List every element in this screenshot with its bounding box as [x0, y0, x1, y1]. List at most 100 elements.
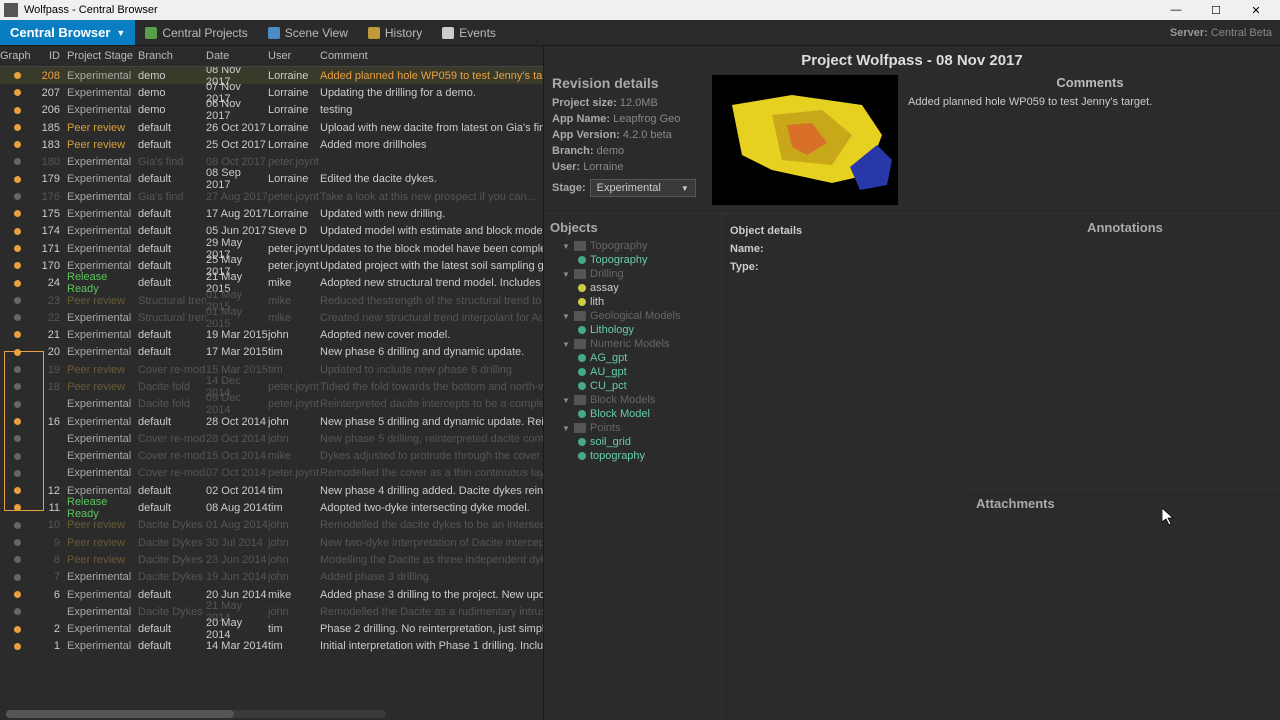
branch: Branch: demo [552, 143, 702, 159]
table-row[interactable]: 174Experimentaldefault05 Jun 2017Steve D… [0, 223, 543, 240]
maximize-button[interactable]: ☐ [1196, 0, 1236, 20]
tab-events[interactable]: Events [432, 20, 506, 45]
table-row[interactable]: 2Experimentaldefault20 May 2014timPhase … [0, 621, 543, 638]
tab-scene-view[interactable]: Scene View [258, 20, 358, 45]
object-icon [578, 298, 586, 306]
tree-item[interactable]: Block Model [550, 407, 715, 421]
table-row[interactable]: 16Experimentaldefault28 Oct 2014johnNew … [0, 413, 543, 430]
object-details-title: Object details [730, 222, 962, 240]
table-row[interactable]: ExperimentalCover re-mod07 Oct 2014peter… [0, 465, 543, 482]
table-row[interactable]: 180ExperimentalGia's find08 Oct 2017pete… [0, 153, 543, 170]
horizontal-scrollbar[interactable] [6, 710, 386, 718]
table-row[interactable]: 20Experimentaldefault17 Mar 2015timNew p… [0, 344, 543, 361]
tree-item[interactable]: topography [550, 449, 715, 463]
tree-item[interactable]: ▼Topography [550, 239, 715, 253]
app-version: App Version: 4.2.0 beta [552, 127, 702, 143]
object-icon [578, 438, 586, 446]
tree-item[interactable]: assay [550, 281, 715, 295]
tab-central-projects[interactable]: Central Projects [135, 20, 257, 45]
object-icon [578, 284, 586, 292]
col-graph[interactable]: Graph [0, 50, 35, 62]
col-stage[interactable]: Project Stage [63, 50, 138, 62]
table-row[interactable]: 179Experimentaldefault08 Sep 2017Lorrain… [0, 171, 543, 188]
revision-details-title: Revision details [552, 75, 702, 91]
table-row[interactable]: 175Experimentaldefault17 Aug 2017Lorrain… [0, 205, 543, 222]
app-name: App Name: Leapfrog Geo [552, 111, 702, 127]
table-row[interactable]: ExperimentalCover re-mod15 Oct 2014mikeD… [0, 448, 543, 465]
tree-item[interactable]: ▼Numeric Models [550, 337, 715, 351]
scene-icon [268, 27, 280, 39]
table-row[interactable]: 206Experimentaldemo06 Nov 2017Lorrainete… [0, 102, 543, 119]
table-row[interactable]: 7ExperimentalDacite Dykes19 Jun 2014john… [0, 569, 543, 586]
annotations-title: Annotations [976, 220, 1274, 235]
table-row[interactable]: ExperimentalDacite Dykes21 May 2014johnR… [0, 603, 543, 620]
app-icon [4, 3, 18, 17]
tree-item[interactable]: AU_gpt [550, 365, 715, 379]
object-type: Type: [730, 258, 962, 276]
table-row[interactable]: 24Release Readydefault21 May 2015mikeAdo… [0, 275, 543, 292]
table-row[interactable]: 183Peer reviewdefault25 Oct 2017Lorraine… [0, 136, 543, 153]
object-icon [578, 410, 586, 418]
server-indicator: Server: Central Beta [1162, 27, 1280, 39]
minimize-button[interactable]: — [1156, 0, 1196, 20]
tree-item[interactable]: CU_pct [550, 379, 715, 393]
scene-thumbnail[interactable] [712, 75, 898, 205]
col-branch[interactable]: Branch [138, 50, 206, 62]
project-size: Project size: 12.0MB [552, 95, 702, 111]
table-row[interactable]: 185Peer reviewdefault26 Oct 2017Lorraine… [0, 119, 543, 136]
tab-history[interactable]: History [358, 20, 432, 45]
table-row[interactable]: 11Release Readydefault08 Aug 2014timAdop… [0, 499, 543, 516]
table-row[interactable]: 1Experimentaldefault14 Mar 2014timInitia… [0, 638, 543, 655]
user: User: Lorraine [552, 159, 702, 175]
table-row[interactable]: 21Experimentaldefault19 Mar 2015johnAdop… [0, 326, 543, 343]
table-row[interactable]: 10Peer reviewDacite Dykes01 Aug 2014john… [0, 517, 543, 534]
table-row[interactable]: 208Experimentaldemo08 Nov 2017LorraineAd… [0, 67, 543, 84]
table-row[interactable]: 6Experimentaldefault20 Jun 2014mikeAdded… [0, 586, 543, 603]
object-name: Name: [730, 240, 962, 258]
central-browser-menu[interactable]: Central Browser▼ [0, 20, 135, 45]
table-row[interactable]: 207Experimentaldemo07 Nov 2017LorraineUp… [0, 84, 543, 101]
folder-icon [574, 395, 586, 405]
table-row[interactable]: 171Experimentaldefault29 May 2017peter.j… [0, 240, 543, 257]
table-row[interactable]: 8Peer reviewDacite Dykes23 Jun 2014johnM… [0, 551, 543, 568]
table-row[interactable]: ExperimentalDacite fold09 Dec 2014peter.… [0, 396, 543, 413]
folder-icon [574, 241, 586, 251]
tree-item[interactable]: Topography [550, 253, 715, 267]
col-date[interactable]: Date [206, 50, 268, 62]
object-icon [578, 368, 586, 376]
comments-text: Added planned hole WP059 to test Jenny's… [908, 96, 1272, 108]
object-icon [578, 256, 586, 264]
table-header: Graph ID Project Stage Branch Date User … [0, 46, 543, 67]
table-row[interactable]: 18Peer reviewDacite fold14 Dec 2014peter… [0, 378, 543, 395]
history-icon [368, 27, 380, 39]
object-icon [578, 326, 586, 334]
chevron-down-icon: ▼ [681, 184, 689, 193]
col-user[interactable]: User [268, 50, 320, 62]
comments-title: Comments [908, 75, 1272, 90]
object-icon [578, 382, 586, 390]
tree-item[interactable]: ▼Points [550, 421, 715, 435]
tree-item[interactable]: lith [550, 295, 715, 309]
close-button[interactable]: ✕ [1236, 0, 1276, 20]
col-comment[interactable]: Comment [320, 50, 543, 62]
table-row[interactable]: 23Peer reviewStructural tren01 May 2015m… [0, 292, 543, 309]
object-icon [578, 354, 586, 362]
top-toolbar: Central Browser▼ Central Projects Scene … [0, 20, 1280, 46]
tree-item[interactable]: ▼Block Models [550, 393, 715, 407]
tree-item[interactable]: ▼Geological Models [550, 309, 715, 323]
stage-dropdown[interactable]: Experimental▼ [590, 179, 696, 197]
title-bar: Wolfpass - Central Browser — ☐ ✕ [0, 0, 1280, 20]
table-row[interactable]: 176ExperimentalGia's find27 Aug 2017pete… [0, 188, 543, 205]
table-row[interactable]: 22ExperimentalStructural tren01 May 2015… [0, 309, 543, 326]
table-row[interactable]: ExperimentalCover re-mod28 Oct 2014johnN… [0, 430, 543, 447]
table-row[interactable]: 9Peer reviewDacite Dykes30 Jul 2014johnN… [0, 534, 543, 551]
tree-item[interactable]: ▼Drilling [550, 267, 715, 281]
table-row[interactable]: 19Peer reviewCover re-mod15 Mar 2015timU… [0, 361, 543, 378]
folder-icon [574, 269, 586, 279]
col-id[interactable]: ID [35, 50, 63, 62]
tree-item[interactable]: Lithology [550, 323, 715, 337]
tree-item[interactable]: soil_grid [550, 435, 715, 449]
project-title: Project Wolfpass - 08 Nov 2017 [544, 46, 1280, 75]
objects-title: Objects [550, 220, 715, 235]
tree-item[interactable]: AG_gpt [550, 351, 715, 365]
